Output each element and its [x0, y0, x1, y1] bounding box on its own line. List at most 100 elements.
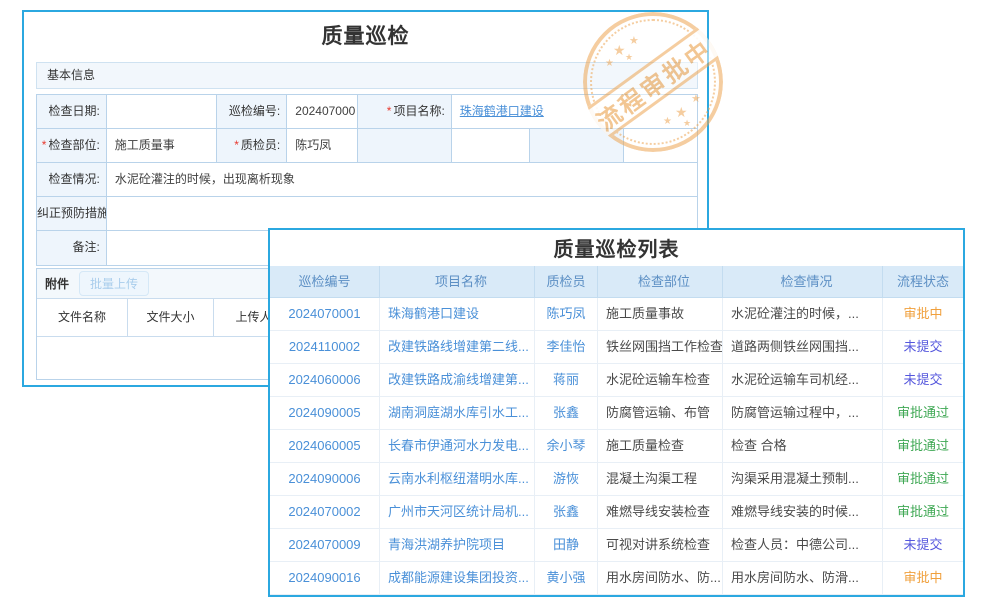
cell-inspection-no[interactable]: 2024060005	[270, 430, 380, 463]
approval-stamp: ★★★★★★★★ 流程审批中	[583, 12, 723, 152]
cell-inspector[interactable]: 黄小强	[535, 562, 598, 595]
cell-check-situation: 防腐管运输过程中，...	[723, 397, 883, 430]
inspector-field[interactable]: 陈巧凤	[287, 129, 358, 163]
inspection-list-panel: 质量巡检列表 巡检编号项目名称质检员检查部位检查情况流程状态 202407000…	[268, 228, 965, 597]
check-date-field[interactable]	[107, 95, 218, 129]
stamp-circle-icon: ★★★★★★★★ 流程审批中	[583, 12, 723, 152]
cell-inspection-no[interactable]: 2024090005	[270, 397, 380, 430]
inspector-label: *质检员:	[217, 129, 287, 163]
column-header[interactable]: 流程状态	[883, 266, 963, 298]
required-asterisk: *	[42, 138, 47, 152]
status-badge: 审批中	[883, 298, 963, 331]
cell-project-name[interactable]: 广州市天河区统计局机...	[380, 496, 535, 529]
cell-project-name[interactable]: 青海洪湖养护院项目	[380, 529, 535, 562]
cell-inspection-no[interactable]: 2024070009	[270, 529, 380, 562]
cell-check-situation: 检查 合格	[723, 430, 883, 463]
column-header[interactable]: 质检员	[535, 266, 598, 298]
project-name-link[interactable]: 珠海鹤港口建设	[460, 104, 544, 118]
cell-inspection-no[interactable]: 2024060006	[270, 364, 380, 397]
cell-check-situation: 水泥砼运输车司机经...	[723, 364, 883, 397]
table-row: 2024090016成都能源建设集团投资...黄小强用水房间防水、防...用水房…	[270, 562, 963, 595]
check-part-field[interactable]: 施工质量事	[107, 129, 218, 163]
column-header[interactable]: 项目名称	[380, 266, 535, 298]
batch-upload-button[interactable]: 批量上传	[79, 271, 149, 296]
table-row: 2024110002改建铁路线增建第二线...李佳怡铁丝网围挡工作检查道路两侧铁…	[270, 331, 963, 364]
cell-inspection-no[interactable]: 2024090016	[270, 562, 380, 595]
cell-project-name[interactable]: 成都能源建设集团投资...	[380, 562, 535, 595]
required-asterisk: *	[387, 104, 392, 118]
cell-check-part: 施工质量检查	[598, 430, 723, 463]
star-icon: ★	[629, 34, 639, 47]
status-badge: 未提交	[883, 364, 963, 397]
cell-check-part: 水泥砼运输车检查	[598, 364, 723, 397]
corrective-measures-field[interactable]	[107, 197, 697, 231]
cell-check-situation: 检查人员：中德公司...	[723, 529, 883, 562]
cell-inspector[interactable]: 田静	[535, 529, 598, 562]
cell-inspector[interactable]: 陈巧凤	[535, 298, 598, 331]
status-badge: 审批中	[883, 562, 963, 595]
star-icon: ★	[663, 116, 672, 127]
cell-project-name[interactable]: 珠海鹤港口建设	[380, 298, 535, 331]
cell-project-name[interactable]: 云南水利枢纽潜明水库...	[380, 463, 535, 496]
project-name-label: *项目名称:	[358, 95, 452, 129]
cell-project-name[interactable]: 改建铁路线增建第二线...	[380, 331, 535, 364]
cell-check-part: 铁丝网围挡工作检查	[598, 331, 723, 364]
check-date-label: 检查日期:	[37, 95, 107, 129]
star-icon: ★	[605, 58, 614, 69]
table-row: 2024060005长春市伊通河水力发电...余小琴施工质量检查检查 合格审批通…	[270, 430, 963, 463]
inspection-no-label: 巡检编号:	[217, 95, 287, 129]
star-icon: ★	[625, 52, 633, 63]
table-row: 2024090005湖南洞庭湖水库引水工...张鑫防腐管运输、布管防腐管运输过程…	[270, 397, 963, 430]
check-part-label: *检查部位:	[37, 129, 107, 163]
star-icon: ★	[613, 42, 626, 59]
remark-label: 备注:	[37, 231, 107, 265]
cell-check-part: 防腐管运输、布管	[598, 397, 723, 430]
attachment-column-header: 文件名称	[37, 299, 128, 337]
table-row: 2024070009青海洪湖养护院项目田静可视对讲系统检查检查人员：中德公司..…	[270, 529, 963, 562]
cell-inspector[interactable]: 李佳怡	[535, 331, 598, 364]
column-header[interactable]: 巡检编号	[270, 266, 380, 298]
attachment-title: 附件	[45, 275, 69, 292]
column-header[interactable]: 检查情况	[723, 266, 883, 298]
cell-check-part: 难燃导线安装检查	[598, 496, 723, 529]
status-badge: 审批通过	[883, 430, 963, 463]
cell-inspector[interactable]: 张鑫	[535, 496, 598, 529]
inspection-no-field[interactable]: 202407000	[287, 95, 358, 129]
cell-inspection-no[interactable]: 2024090006	[270, 463, 380, 496]
status-badge: 未提交	[883, 331, 963, 364]
star-icon: ★	[691, 92, 701, 105]
form-row-4: 纠正预防措施:	[37, 197, 697, 231]
cell-inspector[interactable]: 蒋丽	[535, 364, 598, 397]
cell-check-part: 混凝土沟渠工程	[598, 463, 723, 496]
cell-check-situation: 用水房间防水、防滑...	[723, 562, 883, 595]
required-asterisk: *	[234, 138, 239, 152]
status-badge: 审批通过	[883, 397, 963, 430]
cell-check-part: 用水房间防水、防...	[598, 562, 723, 595]
cell-inspection-no[interactable]: 2024070001	[270, 298, 380, 331]
table-row: 2024070002广州市天河区统计局机...张鑫难燃导线安装检查难燃导线安装的…	[270, 496, 963, 529]
list-title: 质量巡检列表	[270, 230, 963, 266]
cell-project-name[interactable]: 长春市伊通河水力发电...	[380, 430, 535, 463]
status-badge: 未提交	[883, 529, 963, 562]
corrective-measures-label: 纠正预防措施:	[37, 197, 107, 231]
form-row-3: 检查情况: 水泥砼灌注的时候，出现离析现象	[37, 163, 697, 197]
cell-inspector[interactable]: 张鑫	[535, 397, 598, 430]
status-badge: 审批通过	[883, 463, 963, 496]
cell-inspection-no[interactable]: 2024070002	[270, 496, 380, 529]
status-badge: 审批通过	[883, 496, 963, 529]
cell-inspection-no[interactable]: 2024110002	[270, 331, 380, 364]
column-header[interactable]: 检查部位	[598, 266, 723, 298]
cell-inspector[interactable]: 余小琴	[535, 430, 598, 463]
cell-inspector[interactable]: 游恢	[535, 463, 598, 496]
cell-project-name[interactable]: 湖南洞庭湖水库引水工...	[380, 397, 535, 430]
table-row: 2024070001珠海鹤港口建设陈巧凤施工质量事故水泥砼灌注的时候，...审批…	[270, 298, 963, 331]
cell-project-name[interactable]: 改建铁路成渝线增建第...	[380, 364, 535, 397]
cell-check-part: 施工质量事故	[598, 298, 723, 331]
list-table-header: 巡检编号项目名称质检员检查部位检查情况流程状态	[270, 266, 963, 298]
cell-check-situation: 沟渠采用混凝土预制...	[723, 463, 883, 496]
check-situation-field[interactable]: 水泥砼灌注的时候，出现离析现象	[107, 163, 697, 197]
cell-check-situation: 难燃导线安装的时候...	[723, 496, 883, 529]
cell-check-situation: 道路两侧铁丝网围挡...	[723, 331, 883, 364]
check-situation-label: 检查情况:	[37, 163, 107, 197]
attachment-column-header: 文件大小	[128, 299, 214, 337]
